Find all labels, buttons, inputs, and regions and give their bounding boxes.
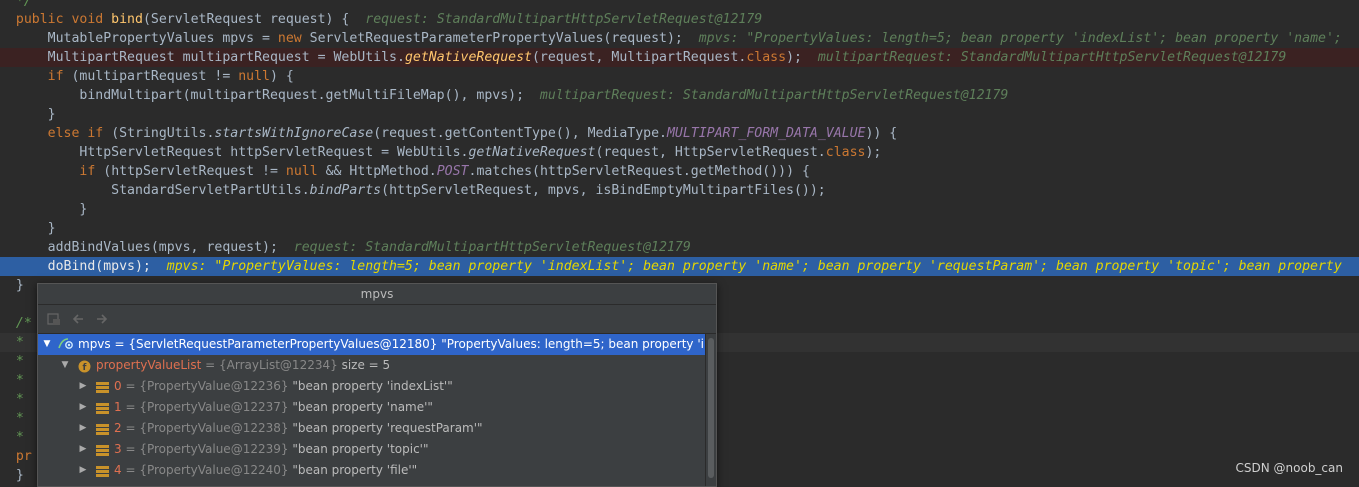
variable-tree: ▼ mpvs = {ServletRequestParameterPropert… xyxy=(38,334,706,481)
code-line-breakpoint: MultipartRequest multipartRequest = WebU… xyxy=(0,48,1359,67)
expand-arrow-icon[interactable]: ▼ xyxy=(42,334,52,355)
field-type: = {ArrayList@12234} xyxy=(201,358,338,372)
item-index: 4 xyxy=(114,463,122,477)
array-element-icon xyxy=(96,380,109,393)
popup-toolbar xyxy=(38,305,716,334)
item-value: "bean property 'file'" xyxy=(288,463,418,477)
collapse-arrow-icon[interactable]: ▶ xyxy=(78,418,88,439)
collapse-arrow-icon[interactable]: ▶ xyxy=(78,376,88,397)
code-line: } xyxy=(15,202,88,217)
vertical-scrollbar[interactable] xyxy=(705,334,716,486)
code-line: HttpServletRequest httpServletRequest = … xyxy=(15,145,882,160)
item-index: 1 xyxy=(114,400,122,414)
item-ref: = {PropertyValue@12240} xyxy=(121,463,289,477)
tree-row-item[interactable]: ▶ 1 = {PropertyValue@12237} "bean proper… xyxy=(38,397,706,418)
item-ref: = {PropertyValue@12237} xyxy=(121,400,289,414)
code-line-current: doBind(mpvs); mpvs: "PropertyValues: len… xyxy=(0,257,1359,276)
watermark: CSDN @noob_can xyxy=(1235,461,1344,475)
pin-to-watches-icon[interactable] xyxy=(46,311,62,327)
code-line: } xyxy=(15,221,56,236)
field-icon: f xyxy=(78,359,91,373)
code-line: } xyxy=(15,107,56,122)
forward-arrow-icon[interactable] xyxy=(94,311,110,327)
variable-name: mpvs xyxy=(78,337,111,351)
item-value: "bean property 'topic'" xyxy=(288,442,429,456)
code-line: addBindValues(mpvs, request); request: S… xyxy=(15,240,691,255)
array-element-icon xyxy=(96,464,109,477)
code-line: else if (StringUtils.startsWithIgnoreCas… xyxy=(47,126,898,141)
code-line: public void bind(ServletRequest request)… xyxy=(15,12,763,27)
tree-row-item[interactable]: ▶ 4 = {PropertyValue@12240} "bean proper… xyxy=(38,460,706,481)
code-line: bindMultipart(multipartRequest.getMultiF… xyxy=(15,88,1009,103)
svg-text:f: f xyxy=(83,363,87,373)
scrollbar-thumb[interactable] xyxy=(708,338,714,478)
expand-arrow-icon[interactable]: ▼ xyxy=(60,355,70,376)
tree-row-field[interactable]: ▼ f propertyValueList = {ArrayList@12234… xyxy=(38,355,706,376)
field-size: size = 5 xyxy=(337,358,391,372)
tree-row-item[interactable]: ▶ 3 = {PropertyValue@12239} "bean proper… xyxy=(38,439,706,460)
collapse-arrow-icon[interactable]: ▶ xyxy=(78,397,88,418)
item-index: 0 xyxy=(114,379,122,393)
item-ref: = {PropertyValue@12239} xyxy=(121,442,289,456)
item-index: 2 xyxy=(114,421,122,435)
code-line: if (httpServletRequest != null && HttpMe… xyxy=(79,164,810,179)
array-element-icon xyxy=(96,422,109,435)
field-name: propertyValueList xyxy=(96,358,202,372)
tree-row-root[interactable]: ▼ mpvs = {ServletRequestParameterPropert… xyxy=(38,334,706,355)
watch-variable-icon xyxy=(58,337,73,350)
variable-inspector-popup[interactable]: mpvs ▼ mpvs = {ServletRequestParameterPr… xyxy=(37,283,717,487)
back-arrow-icon[interactable] xyxy=(70,311,86,327)
item-index: 3 xyxy=(114,442,122,456)
item-value: "bean property 'requestParam'" xyxy=(288,421,483,435)
item-value: "bean property 'name'" xyxy=(288,400,433,414)
array-element-icon xyxy=(96,443,109,456)
collapse-arrow-icon[interactable]: ▶ xyxy=(78,460,88,481)
tree-row-item[interactable]: ▶ 2 = {PropertyValue@12238} "bean proper… xyxy=(38,418,706,439)
array-element-icon xyxy=(96,401,109,414)
code-line: MutablePropertyValues mpvs = new Servlet… xyxy=(15,31,1342,46)
item-value: "bean property 'indexList'" xyxy=(288,379,453,393)
popup-title: mpvs xyxy=(38,284,716,305)
item-ref: = {PropertyValue@12238} xyxy=(121,421,289,435)
tree-row-item[interactable]: ▶ 0 = {PropertyValue@12236} "bean proper… xyxy=(38,376,706,397)
variable-value: = {ServletRequestParameterPropertyValues… xyxy=(114,337,706,351)
code-line: StandardServletPartUtils.bindParts(httpS… xyxy=(15,183,826,198)
item-ref: = {PropertyValue@12236} xyxy=(121,379,289,393)
code-line: if (multipartRequest != null) { xyxy=(47,69,294,84)
collapse-arrow-icon[interactable]: ▶ xyxy=(78,439,88,460)
